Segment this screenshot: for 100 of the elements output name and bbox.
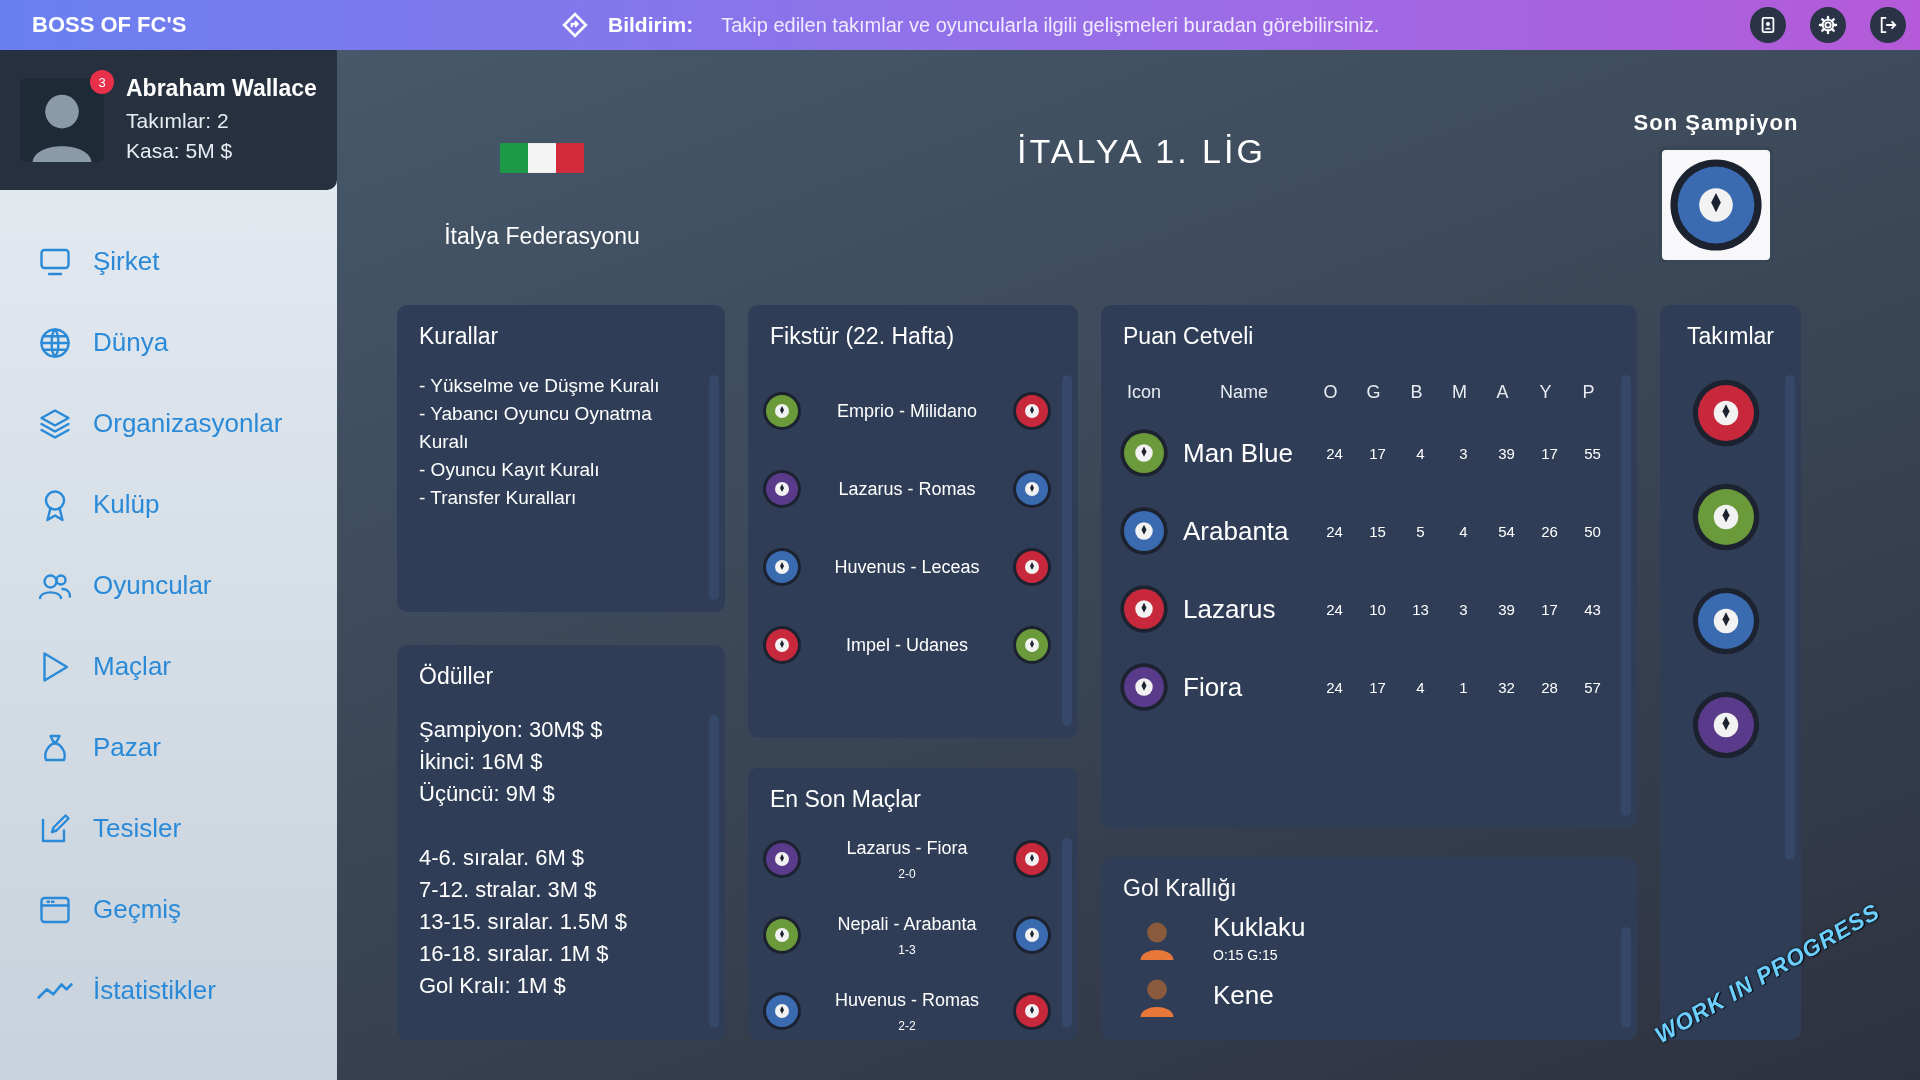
column-header: Icon (1126, 381, 1162, 403)
nav-item[interactable]: İstatistikler (0, 950, 337, 1031)
team-crest-icon (762, 625, 802, 665)
settings-button[interactable] (1810, 7, 1846, 43)
team-crest-icon[interactable] (1690, 690, 1761, 760)
team-crest-icon (1012, 391, 1052, 431)
cash-amount: Kasa: 5M $ (126, 137, 234, 164)
team-crest-icon (762, 391, 802, 431)
team-crest-icon (1012, 839, 1052, 879)
table-cell-text: 10 (1368, 600, 1387, 618)
table-cell-text: 13 (1411, 600, 1430, 618)
trend-line-icon (37, 981, 73, 1000)
panel-title: Gol Krallığı (1123, 875, 1238, 902)
team-crest-icon (1668, 157, 1764, 253)
table-cell-text: 15 (1368, 522, 1387, 540)
team-crest-icon (1119, 428, 1169, 478)
team-crest-icon (1119, 584, 1169, 634)
federation-name: İtalya Federasyonu (444, 223, 640, 250)
nav-item[interactable]: Maçlar (0, 626, 337, 707)
table-cell-text: 5 (1415, 522, 1426, 540)
team-name: Fiora (1182, 671, 1244, 703)
match-teams: Huvenus - Romas (833, 989, 981, 1011)
table-cell-text: 17 (1540, 444, 1559, 462)
nav-item[interactable]: Organizasyonlar (0, 383, 337, 464)
nav-item[interactable]: Pazar (0, 707, 337, 788)
notification-badge: 3 (90, 70, 114, 94)
prize-text: 7-12. stralar. 3M $ (419, 876, 598, 904)
prize-text: İkinci: 16M $ (419, 748, 544, 776)
team-crest-icon (762, 839, 802, 879)
nav-item[interactable]: Tesisler (0, 788, 337, 869)
prize-text: Şampiyon: 30M$ $ (419, 716, 604, 744)
match-score: 2-0 (897, 866, 917, 881)
prize-text: 16-18. sıralar. 1M $ (419, 940, 610, 968)
team-crest-icon[interactable] (1690, 482, 1761, 552)
match-score: 2-2 (897, 1018, 917, 1033)
nav-item[interactable]: Oyuncular (0, 545, 337, 626)
table-cell-text: 4 (1415, 444, 1426, 462)
panel-title: Takımlar (1686, 323, 1775, 350)
column-header: Name (1219, 381, 1269, 403)
match-score: 1-3 (897, 942, 917, 957)
fixture-row[interactable]: Huvenus - Leceas (762, 528, 1064, 606)
profile-card-button[interactable] (1750, 7, 1786, 43)
team-crest-icon (1012, 991, 1052, 1031)
fixture-row[interactable]: Lazarus - Romas (762, 450, 1064, 528)
notice-label: Bildirim: (608, 13, 694, 37)
prize-text: Üçüncü: 9M $ (419, 780, 556, 808)
nav-item[interactable]: Geçmiş (0, 869, 337, 950)
table-cell-text: 39 (1497, 444, 1516, 462)
team-name: Lazarus (1182, 593, 1277, 625)
champion-label: Son Şampiyon (1633, 110, 1799, 136)
column-header: Y (1538, 381, 1553, 403)
panel-title: En Son Maçlar (770, 786, 922, 813)
nav-item[interactable]: Kulüp (0, 464, 337, 545)
table-cell-text: 32 (1497, 678, 1516, 696)
prize-text: 13-15. sıralar. 1.5M $ (419, 908, 628, 936)
team-name: Man Blue (1182, 437, 1294, 469)
match-teams: Lazarus - Fiora (845, 837, 969, 859)
table-cell-text: 24 (1325, 444, 1344, 462)
column-header: O (1322, 381, 1339, 403)
team-crest-icon (1012, 915, 1052, 955)
table-cell-text: 24 (1325, 678, 1344, 696)
fixture-row[interactable]: Emprio - Milidano (762, 372, 1064, 450)
rule-text: - Transfer Kuralları (419, 486, 578, 510)
team-crest-icon[interactable] (1690, 378, 1761, 448)
logout-button[interactable] (1870, 7, 1906, 43)
team-name: Arabanta (1182, 515, 1290, 547)
team-crest-icon (1119, 506, 1169, 556)
team-crest-icon (1012, 625, 1052, 665)
league-title: İTALYA 1. LİG (1016, 131, 1267, 172)
prize-text: Gol Kralı: 1M $ (419, 972, 567, 1000)
player-name: Kuklaku (1213, 912, 1306, 943)
column-header: G (1365, 381, 1382, 403)
team-crest-icon (762, 547, 802, 587)
table-cell-text: 3 (1458, 444, 1469, 462)
column-header: B (1409, 381, 1424, 403)
team-crest-icon[interactable] (1690, 586, 1761, 656)
table-cell-text: 17 (1368, 678, 1387, 696)
nav-item[interactable]: Dünya (0, 302, 337, 383)
player-stats: O:15 G:15 (1213, 947, 1279, 963)
nav-item[interactable]: Şirket (0, 221, 337, 302)
table-cell-text: 3 (1458, 600, 1469, 618)
rule-text: - Oyuncu Kayıt Kuralı (419, 458, 601, 482)
table-cell-text: 43 (1583, 600, 1602, 618)
panel-title: Ödüller (419, 663, 495, 690)
fixture-row[interactable]: Impel - Udanes (762, 606, 1064, 684)
team-crest-icon (762, 915, 802, 955)
table-cell-text: 57 (1583, 678, 1602, 696)
table-cell-text: 54 (1497, 522, 1516, 540)
table-cell-text: 55 (1583, 444, 1602, 462)
table-cell-text: 24 (1325, 600, 1344, 618)
match-teams: Nepali - Arabanta (836, 913, 978, 935)
column-header: P (1581, 381, 1596, 403)
team-crest-icon (1119, 662, 1169, 712)
app-title: BOSS OF FC'S (32, 12, 188, 38)
table-cell-text: 1 (1458, 678, 1469, 696)
team-crest-icon (1012, 547, 1052, 587)
table-cell-text: 39 (1497, 600, 1516, 618)
directions-icon (562, 12, 588, 38)
column-header: M (1451, 381, 1468, 403)
table-cell-text: 4 (1458, 522, 1469, 540)
